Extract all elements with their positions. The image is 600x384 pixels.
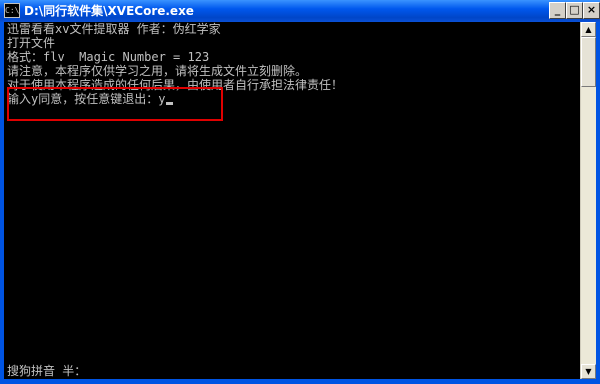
down-arrow-icon[interactable]: ▼ bbox=[581, 364, 596, 379]
vertical-scrollbar[interactable]: ▲ ▼ bbox=[580, 22, 596, 379]
minimize-button[interactable]: _ bbox=[549, 2, 566, 19]
maximize-button[interactable]: □ bbox=[566, 2, 583, 19]
console-line: 打开文件 bbox=[7, 36, 56, 50]
window-title: D:\同行软件集\XVECore.exe bbox=[24, 4, 194, 18]
prompt-highlight-box bbox=[7, 87, 223, 121]
console-line: 请注意，本程序仅供学习之用，请将生成文件立刻删除。 bbox=[7, 64, 308, 78]
ime-status: 搜狗拼音 半： bbox=[7, 364, 87, 378]
title-bar[interactable]: C:\ D:\同行软件集\XVECore.exe _ □ × bbox=[0, 0, 600, 22]
close-button[interactable]: × bbox=[583, 2, 600, 19]
scrollbar-thumb[interactable] bbox=[581, 37, 596, 87]
console-app-icon[interactable]: C:\ bbox=[4, 3, 20, 18]
console-line: 迅雷看看xv文件提取器 作者：伪红学家 bbox=[7, 22, 221, 36]
up-arrow-icon[interactable]: ▲ bbox=[581, 22, 596, 37]
window-frame-right bbox=[596, 22, 600, 384]
window-frame-bottom bbox=[0, 379, 600, 384]
console-output-area[interactable]: 迅雷看看xv文件提取器 作者：伪红学家 打开文件 格式：flv Magic Nu… bbox=[4, 22, 580, 379]
console-line: 格式：flv Magic Number = 123 bbox=[7, 50, 210, 64]
console-window: C:\ D:\同行软件集\XVECore.exe _ □ × 迅雷看看xv文件提… bbox=[0, 0, 600, 384]
